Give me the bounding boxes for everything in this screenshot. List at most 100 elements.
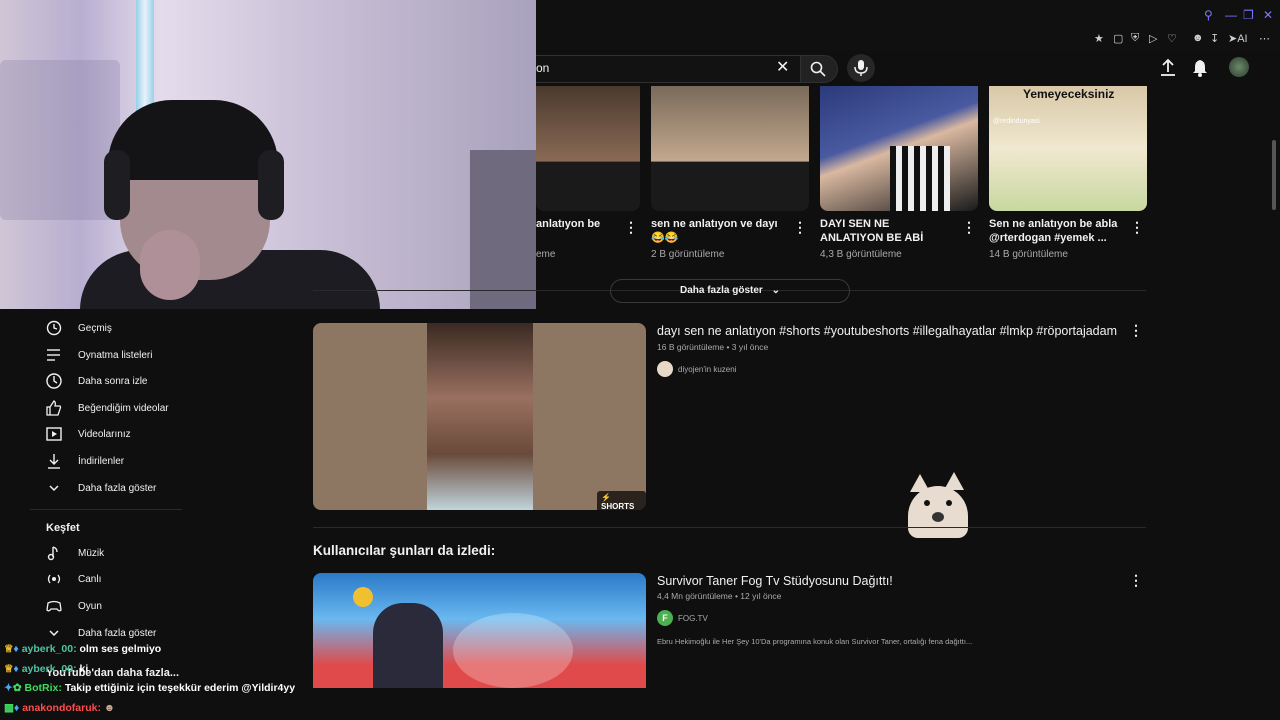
short-views: 14 B görüntüleme — [989, 249, 1068, 260]
gamepad-icon — [46, 600, 62, 612]
video-meta: 16 B görüntüleme • 3 yıl önce — [657, 342, 769, 352]
channel-avatar[interactable] — [657, 361, 673, 377]
sidebar-item-label: Daha fazla göster — [78, 628, 157, 639]
play-icon[interactable]: ▷ — [1149, 32, 1157, 45]
restore-icon[interactable]: ❐ — [1243, 8, 1254, 22]
video-title[interactable]: Survivor Taner Fog Tv Stüdyosunu Dağıttı… — [657, 574, 893, 588]
more-options-icon[interactable]: ⋮ — [962, 219, 976, 236]
pin-icon[interactable]: ★ — [1094, 32, 1104, 45]
sidebar-item-show-more[interactable]: Daha fazla göster — [45, 479, 185, 501]
webcam-overlay — [0, 0, 536, 309]
sidebar-divider — [30, 509, 182, 510]
chevron-down-icon: ⌄ — [771, 285, 780, 296]
avatar[interactable] — [1229, 57, 1249, 77]
short-title[interactable]: DAYI SEN NE ANLATIYON BE ABİ — [820, 217, 952, 245]
menu-icon[interactable]: ⋯ — [1259, 32, 1270, 45]
voice-search-button[interactable] — [847, 54, 875, 82]
microphone-icon — [854, 60, 868, 76]
minimize-icon[interactable]: — — [1225, 8, 1237, 22]
short-thumb-handle: @redindunyasi — [993, 118, 1040, 125]
sidebar-item-label: Videolarınız — [78, 429, 131, 440]
more-options-icon[interactable]: ⋮ — [1129, 322, 1143, 339]
short-views: 4,3 B görüntüleme — [820, 249, 902, 260]
sidebar-item-your-videos[interactable]: Videolarınız — [45, 425, 185, 447]
ai-button[interactable]: ➤AI — [1228, 32, 1248, 45]
channel-name[interactable]: diyojen'in kuzeni — [678, 365, 736, 374]
screenshot-icon[interactable]: ▢ — [1113, 32, 1123, 45]
profile-icon[interactable]: ☻ — [1192, 32, 1204, 44]
show-more-button[interactable]: Daha fazla göster ⌄ — [610, 279, 850, 303]
emote-icon: ☻ — [103, 702, 115, 714]
more-options-icon[interactable]: ⋮ — [793, 219, 807, 236]
upload-icon[interactable] — [1160, 59, 1176, 77]
notifications-icon[interactable] — [1192, 59, 1208, 77]
music-icon — [47, 546, 58, 561]
heart-icon[interactable]: ♡ — [1167, 32, 1177, 45]
close-icon[interactable]: ✕ — [1263, 8, 1273, 22]
explore-heading: Keşfet — [46, 522, 80, 534]
sidebar-item-playlists[interactable]: Oynatma listeleri — [45, 346, 185, 368]
sidebar-item-liked-videos[interactable]: Beğendiğim videolar — [45, 399, 185, 421]
chat-text: Takip ettiğiniz için teşekkür ederim @Yi… — [64, 682, 296, 694]
video-thumbnail[interactable] — [313, 573, 646, 688]
wrench-icon: ✦ — [4, 682, 13, 694]
sidebar-item-history[interactable]: Geçmiş — [45, 319, 185, 341]
shield-icon[interactable]: ⛨ — [1131, 32, 1139, 45]
bot-badge-icon: ✿ — [12, 682, 22, 694]
video-meta: 4,4 Mn görüntüleme • 12 yıl önce — [657, 591, 782, 601]
short-thumbnail[interactable] — [536, 86, 640, 211]
history-icon — [46, 320, 62, 336]
sidebar-item-live[interactable]: Canlı — [45, 570, 185, 592]
search-input[interactable] — [536, 55, 801, 83]
search-button[interactable] — [800, 55, 838, 83]
shorts-badge: ⚡ SHORTS — [597, 491, 646, 510]
short-thumbnail[interactable] — [820, 86, 978, 211]
badge-icon: ♦ — [13, 702, 20, 714]
sidebar-item-label: Oyun — [78, 601, 102, 612]
sidebar-item-label: İndirilenler — [78, 456, 125, 467]
clear-search-icon[interactable]: ✕ — [776, 57, 789, 77]
live-icon — [47, 574, 61, 584]
short-thumbnail[interactable] — [651, 86, 809, 211]
short-title[interactable]: anlatıyon be — [536, 217, 668, 231]
chat-message: ♕♦ ayberk_00: ki — [4, 663, 88, 675]
chevron-down-icon — [49, 630, 59, 637]
more-options-icon[interactable]: ⋮ — [1129, 572, 1143, 589]
sidebar-item-label: Daha fazla göster — [78, 483, 157, 494]
badge-icon: ♦ — [13, 663, 19, 675]
video-icon — [46, 427, 62, 441]
scrollbar-thumb[interactable] — [1272, 140, 1276, 210]
show-more-label: Daha fazla göster — [680, 285, 763, 296]
downloads-icon[interactable]: ↧ — [1210, 32, 1219, 45]
chat-message: ♕♦ ayberk_00: olm ses gelmiyo — [4, 643, 161, 655]
download-icon — [48, 454, 60, 469]
short-title[interactable]: sen ne anlatıyon ve dayı😂😂 — [651, 217, 783, 245]
divider — [313, 527, 1146, 528]
clock-icon — [46, 373, 62, 389]
sidebar-item-label: Canlı — [78, 574, 102, 585]
more-options-icon[interactable]: ⋮ — [1130, 219, 1144, 236]
chat-message: ▩♦ anakondofaruk: ☻ — [4, 702, 115, 714]
video-title[interactable]: dayı sen ne anlatıyon #shorts #youtubesh… — [657, 324, 1117, 338]
shorts-badge-label: SHORTS — [601, 502, 635, 510]
short-title[interactable]: Sen ne anlatıyon be abla @rterdogan #yem… — [989, 217, 1121, 245]
channel-avatar[interactable]: F — [657, 610, 673, 626]
chat-username: ayberk_00: — [21, 663, 77, 675]
search-icon[interactable]: ⚲ — [1204, 8, 1213, 22]
short-views: 2 B görüntüleme — [651, 249, 725, 260]
more-options-icon[interactable]: ⋮ — [624, 219, 638, 236]
sidebar-item-label: Müzik — [78, 548, 105, 559]
sidebar-item-watch-later[interactable]: Daha sonra izle — [45, 372, 185, 394]
video-thumbnail[interactable]: ⚡ SHORTS — [313, 323, 646, 510]
short-thumbnail[interactable]: Yemeyeceksiniz @redindunyasi — [989, 86, 1147, 211]
related-section-heading: Kullanıcılar şunları da izledi: — [313, 543, 496, 558]
short-views: eme — [536, 249, 556, 260]
chat-username: BotRix: — [24, 682, 62, 694]
sidebar-item-gaming[interactable]: Oyun — [45, 597, 185, 619]
sidebar-item-downloads[interactable]: İndirilenler — [45, 452, 185, 474]
chat-message: ✦✿ BotRix: Takip ettiğiniz için teşekkür… — [4, 682, 295, 694]
sidebar-item-music[interactable]: Müzik — [45, 544, 185, 566]
short-thumb-caption: Yemeyeceksiniz — [1023, 87, 1115, 101]
search-query: on — [536, 61, 550, 75]
channel-name[interactable]: FOG.TV — [678, 614, 708, 623]
